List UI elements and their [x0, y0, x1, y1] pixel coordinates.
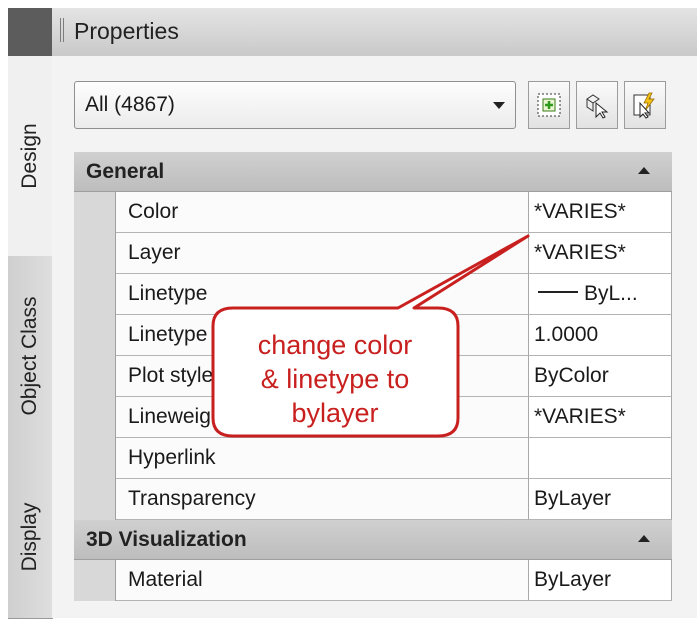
property-value[interactable]: *VARIES*: [529, 192, 672, 233]
row-gutter: [74, 438, 116, 479]
row-gutter: [74, 233, 116, 274]
row-gutter: [74, 397, 116, 438]
quick-select-icon: [537, 93, 561, 117]
callout-line: & linetype to: [260, 364, 410, 394]
row-gutter: [74, 560, 116, 601]
property-row: Color *VARIES*: [74, 192, 672, 233]
side-tabs: Design Object Class Display: [8, 56, 53, 619]
section-header[interactable]: 3D Visualization: [74, 520, 672, 560]
callout-text: change color & linetype to bylayer: [204, 328, 466, 430]
toggle-pickadd-icon: [633, 92, 655, 119]
property-row: Linetype ByL...: [74, 274, 672, 315]
title-bar-corner: [8, 8, 52, 56]
property-name: Hyperlink: [116, 438, 529, 479]
tab-object-class-label: Object Class: [18, 296, 41, 416]
property-value[interactable]: *VARIES*: [529, 397, 672, 438]
property-value[interactable]: ByLayer: [529, 479, 672, 520]
row-gutter: [74, 356, 116, 397]
section-title: General: [86, 160, 165, 183]
property-name: Transparency: [116, 479, 529, 520]
properties-palette: Properties Design Object Class Display A…: [8, 8, 697, 619]
property-name: Color: [116, 192, 529, 233]
property-row: Layer *VARIES*: [74, 233, 672, 274]
selection-value: All (4867): [85, 93, 175, 116]
property-value[interactable]: [529, 438, 672, 479]
property-value[interactable]: ByLayer: [529, 560, 672, 601]
property-row: Transparency ByLayer: [74, 479, 672, 520]
title-bar[interactable]: Properties: [52, 8, 697, 57]
tab-display[interactable]: Display: [8, 456, 53, 619]
row-gutter: [74, 315, 116, 356]
property-row: Hyperlink: [74, 438, 672, 479]
row-gutter: [74, 192, 116, 233]
callout-line: bylayer: [291, 398, 379, 428]
chevron-down-icon: [493, 102, 505, 109]
property-value[interactable]: 1.0000: [529, 315, 672, 356]
property-value[interactable]: ByColor: [529, 356, 672, 397]
property-name: Layer: [116, 233, 529, 274]
section-title: 3D Visualization: [86, 528, 247, 551]
drag-grip-icon[interactable]: [60, 18, 66, 42]
property-row: Material ByLayer: [74, 560, 672, 601]
callout-line: change color: [257, 330, 413, 360]
tab-design[interactable]: Design: [8, 56, 52, 257]
tab-display-label: Display: [18, 502, 41, 572]
section-header[interactable]: General: [74, 152, 672, 192]
select-objects-button[interactable]: [576, 81, 618, 129]
toggle-pickadd-button[interactable]: [624, 81, 666, 129]
property-name: Linetype: [116, 274, 529, 315]
linetype-sample-icon: [538, 291, 578, 294]
property-value[interactable]: ByL...: [529, 274, 672, 315]
selection-dropdown[interactable]: All (4867): [74, 81, 516, 129]
collapse-icon[interactable]: [638, 167, 650, 174]
select-objects-icon: [586, 94, 609, 119]
tab-object-class[interactable]: Object Class: [8, 256, 53, 457]
row-gutter: [74, 274, 116, 315]
palette-title: Properties: [74, 18, 179, 44]
property-name: Material: [116, 560, 529, 601]
collapse-icon[interactable]: [638, 535, 650, 542]
linetype-value-text: ByL...: [584, 282, 638, 305]
property-value[interactable]: *VARIES*: [529, 233, 672, 274]
quick-select-button[interactable]: [528, 81, 570, 129]
tab-design-label: Design: [18, 123, 41, 189]
row-gutter: [74, 479, 116, 520]
